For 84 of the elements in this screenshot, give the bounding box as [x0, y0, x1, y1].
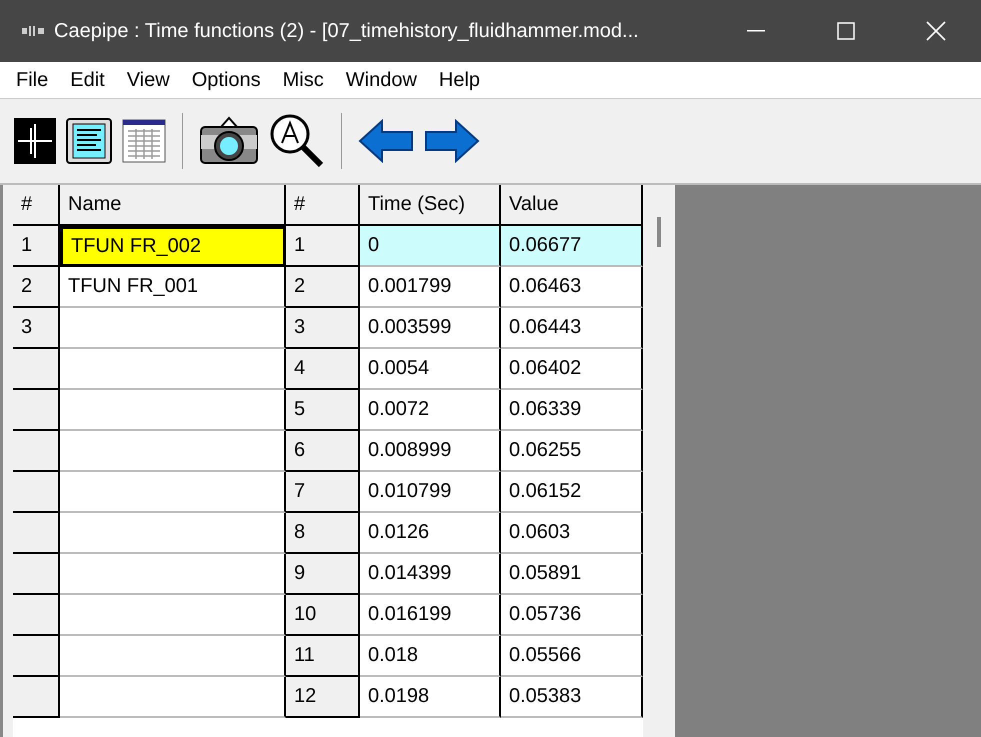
menu-item[interactable]: Options — [182, 68, 273, 92]
table-cell[interactable] — [60, 390, 286, 431]
table-cell: 0.06463 — [501, 267, 643, 308]
table-cell[interactable] — [60, 431, 286, 472]
crosshair-icon[interactable] — [14, 118, 56, 164]
table-cell[interactable]: TFUN FR_002 — [60, 226, 286, 267]
row-header[interactable]: 10 — [286, 595, 360, 636]
document-icon[interactable] — [66, 118, 112, 164]
table-cell: 0.003599 — [360, 308, 501, 349]
column-header: Time (Sec) — [360, 185, 501, 226]
row-header[interactable]: 7 — [286, 472, 360, 513]
table-cell: 0.0054 — [360, 349, 501, 390]
table-cell: 0.05891 — [501, 554, 643, 595]
table-cell: 0.014399 — [360, 554, 501, 595]
window-title: Caepipe : Time functions (2) - [07_timehistory_fluidhammer.mod... — [54, 20, 639, 42]
menu-item[interactable]: View — [116, 68, 182, 92]
app-icon — [22, 25, 44, 37]
table-cell[interactable] — [60, 472, 286, 513]
row-header[interactable] — [13, 472, 60, 513]
menu-item[interactable]: Help — [428, 68, 492, 92]
table-cell: 0.06677 — [501, 226, 643, 267]
table-cell: 0.016199 — [360, 595, 501, 636]
column-header: # — [13, 185, 60, 226]
column-header: # — [286, 185, 360, 226]
table-cell: 0.0198 — [360, 677, 501, 718]
row-header[interactable]: 3 — [13, 308, 60, 349]
table-cell[interactable] — [60, 349, 286, 390]
row-header[interactable]: 2 — [286, 267, 360, 308]
table-cell: 0.06152 — [501, 472, 643, 513]
table-icon[interactable] — [122, 119, 166, 163]
table-cell: 0.0072 — [360, 390, 501, 431]
table-cell: 0.05566 — [501, 636, 643, 677]
row-header[interactable] — [13, 595, 60, 636]
table-cell: 0.06255 — [501, 431, 643, 472]
row-header[interactable]: 4 — [286, 349, 360, 390]
arrow-right-icon[interactable] — [424, 119, 480, 163]
row-header[interactable]: 1 — [286, 226, 360, 267]
zoom-icon[interactable] — [269, 113, 325, 169]
table-cell[interactable]: TFUN FR_001 — [60, 267, 286, 308]
table-cell: 0.018 — [360, 636, 501, 677]
row-header[interactable]: 3 — [286, 308, 360, 349]
table-cell[interactable] — [60, 308, 286, 349]
column-header: Name — [60, 185, 286, 226]
table-cell[interactable] — [60, 677, 286, 718]
table-cell: 0.06402 — [501, 349, 643, 390]
menu-item[interactable]: File — [6, 68, 60, 92]
maximize-icon[interactable] — [837, 22, 855, 40]
row-header[interactable]: 2 — [13, 267, 60, 308]
row-header[interactable]: 1 — [13, 226, 60, 267]
row-header[interactable]: 9 — [286, 554, 360, 595]
row-header[interactable] — [13, 636, 60, 677]
menu-item[interactable]: Window — [336, 68, 429, 92]
row-header[interactable]: 6 — [286, 431, 360, 472]
table-cell: 0.06339 — [501, 390, 643, 431]
table-cell[interactable] — [60, 595, 286, 636]
table-cell: 0.008999 — [360, 431, 501, 472]
table-cell: 0.001799 — [360, 267, 501, 308]
table-cell: 0.010799 — [360, 472, 501, 513]
table-cell: 0.05383 — [501, 677, 643, 718]
row-header[interactable] — [13, 677, 60, 718]
table-cell: 0.0126 — [360, 513, 501, 554]
row-header[interactable] — [13, 390, 60, 431]
arrow-left-icon[interactable] — [358, 119, 414, 163]
menu-item[interactable]: Edit — [60, 68, 117, 92]
table-cell[interactable] — [60, 636, 286, 677]
minimize-icon[interactable] — [747, 30, 765, 32]
row-header[interactable] — [13, 513, 60, 554]
row-header[interactable]: 5 — [286, 390, 360, 431]
table-cell: 0.05736 — [501, 595, 643, 636]
row-header[interactable]: 8 — [286, 513, 360, 554]
camera-icon[interactable] — [199, 115, 259, 167]
column-header: Value — [501, 185, 643, 226]
row-header[interactable]: 12 — [286, 677, 360, 718]
row-header[interactable] — [13, 431, 60, 472]
row-header[interactable]: 11 — [286, 636, 360, 677]
table-cell: 0.0603 — [501, 513, 643, 554]
row-header[interactable] — [13, 554, 60, 595]
row-header[interactable] — [13, 349, 60, 390]
table-cell[interactable] — [60, 554, 286, 595]
menu-item[interactable]: Misc — [272, 68, 336, 92]
table-cell[interactable] — [60, 513, 286, 554]
table-cell: 0 — [360, 226, 501, 267]
table-cell: 0.06443 — [501, 308, 643, 349]
close-icon[interactable] — [926, 21, 946, 41]
